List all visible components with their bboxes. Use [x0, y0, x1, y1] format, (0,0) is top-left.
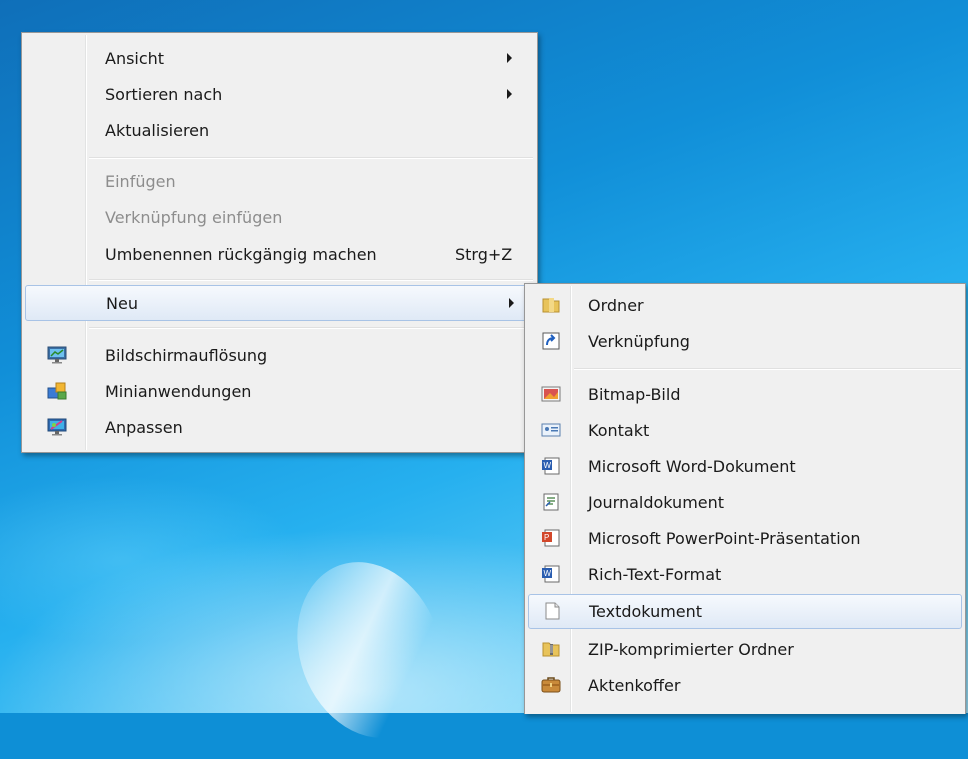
menu-item-label: Sortieren nach [105, 84, 223, 104]
desktop-context-menu: Ansicht Sortieren nach Aktualisieren Ein… [21, 32, 538, 453]
submenu-item-zip[interactable]: ZIP-komprimierter Ordner [528, 631, 962, 667]
personalize-icon [47, 418, 67, 436]
shortcut-icon [541, 332, 561, 350]
submenu-item-label: Aktenkoffer [588, 675, 681, 695]
submenu-item-contact[interactable]: Kontakt [528, 412, 962, 448]
menu-separator [89, 279, 533, 281]
submenu-arrow-icon [509, 298, 514, 308]
submenu-item-text[interactable]: Textdokument [528, 594, 962, 629]
submenu-item-folder[interactable]: Ordner [528, 287, 962, 323]
menu-item-label: Anpassen [105, 417, 183, 437]
submenu-item-rtf[interactable]: W Rich-Text-Format [528, 556, 962, 592]
menu-item-sort[interactable]: Sortieren nach [25, 76, 534, 112]
submenu-item-label: Textdokument [589, 602, 703, 621]
menu-item-label: Aktualisieren [105, 120, 210, 140]
menu-item-paste[interactable]: Einfügen [25, 163, 534, 199]
menu-item-personalize[interactable]: Anpassen [25, 409, 534, 445]
menu-separator [574, 368, 961, 370]
submenu-item-label: Ordner [588, 295, 644, 315]
gadgets-icon [47, 382, 67, 400]
menu-item-label: Verknüpfung einfügen [105, 207, 283, 227]
menu-item-new[interactable]: Neu [25, 285, 534, 321]
submenu-item-bitmap[interactable]: Bitmap-Bild [528, 376, 962, 412]
submenu-item-word[interactable]: W Microsoft Word-Dokument [528, 448, 962, 484]
menu-item-label: Ansicht [105, 48, 165, 68]
svg-text:W: W [544, 569, 552, 578]
menu-item-undo-rename[interactable]: Umbenennen rückgängig machen Strg+Z [25, 236, 534, 272]
svg-text:P: P [544, 533, 549, 542]
menu-item-label: Neu [106, 293, 138, 313]
submenu-item-shortcut[interactable]: Verknüpfung [528, 323, 962, 359]
menu-item-shortcut: Strg+Z [455, 244, 513, 264]
submenu-item-journal[interactable]: Journaldokument [528, 484, 962, 520]
submenu-item-powerpoint[interactable]: P Microsoft PowerPoint-Präsentation [528, 520, 962, 556]
menu-item-view[interactable]: Ansicht [25, 40, 534, 76]
menu-item-label: Bildschirmauflösung [105, 345, 268, 365]
menu-separator [89, 157, 533, 159]
menu-item-label: Minianwendungen [105, 381, 252, 401]
submenu-item-label: Microsoft PowerPoint-Präsentation [588, 528, 861, 548]
submenu-item-label: Rich-Text-Format [588, 564, 722, 584]
menu-item-refresh[interactable]: Aktualisieren [25, 112, 534, 148]
menu-item-label: Umbenennen rückgängig machen [105, 244, 377, 264]
submenu-item-label: Kontakt [588, 420, 650, 440]
briefcase-icon [541, 676, 561, 694]
menu-separator [89, 327, 533, 329]
submenu-item-label: Journaldokument [588, 492, 725, 512]
menu-item-paste-shortcut[interactable]: Verknüpfung einfügen [25, 199, 534, 235]
menu-item-gadgets[interactable]: Minianwendungen [25, 373, 534, 409]
powerpoint-presentation-icon: P [541, 529, 561, 547]
bitmap-image-icon [541, 385, 561, 403]
submenu-item-label: Bitmap-Bild [588, 384, 681, 404]
submenu-item-label: Microsoft Word-Dokument [588, 456, 796, 476]
zip-folder-icon [541, 640, 561, 658]
submenu-item-label: ZIP-komprimierter Ordner [588, 639, 794, 659]
word-document-icon: W [541, 457, 561, 475]
submenu-item-label: Verknüpfung [588, 331, 690, 351]
submenu-item-briefcase[interactable]: Aktenkoffer [528, 667, 962, 703]
screen-resolution-icon [47, 346, 67, 364]
text-document-icon [542, 602, 562, 620]
rich-text-document-icon: W [541, 565, 561, 583]
journal-document-icon [541, 493, 561, 511]
menu-item-label: Einfügen [105, 171, 176, 191]
contact-card-icon [541, 421, 561, 439]
submenu-arrow-icon [507, 89, 512, 99]
new-submenu: Ordner Verknüpfung Bitmap-Bild Kontakt W… [524, 283, 966, 714]
submenu-arrow-icon [507, 53, 512, 63]
folder-icon [541, 296, 561, 314]
menu-item-screen-resolution[interactable]: Bildschirmauflösung [25, 337, 534, 373]
svg-text:W: W [544, 461, 552, 470]
